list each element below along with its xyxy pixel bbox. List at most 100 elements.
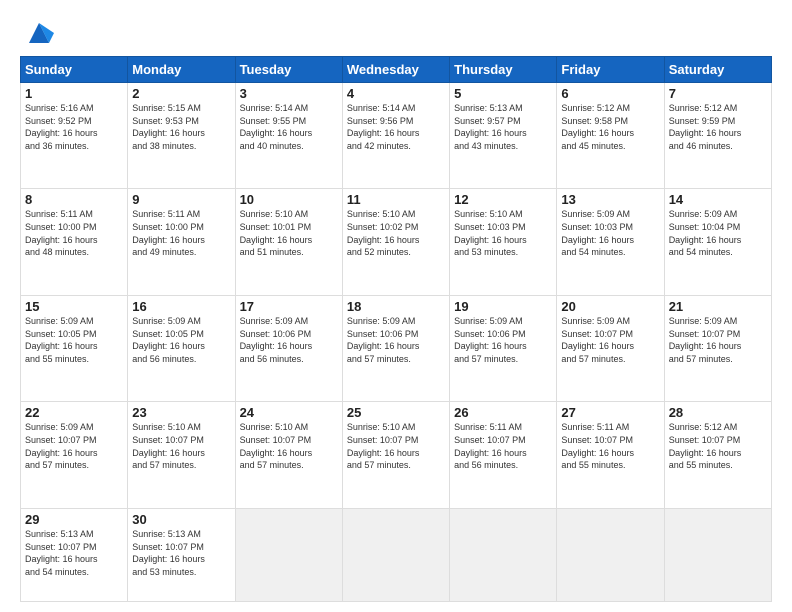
day-number: 8 [25,192,123,207]
day-number: 16 [132,299,230,314]
day-info: Sunrise: 5:09 AMSunset: 10:07 PMDaylight… [25,422,98,470]
day-number: 4 [347,86,445,101]
logo-icon [24,18,54,48]
day-info: Sunrise: 5:14 AMSunset: 9:55 PMDaylight:… [240,103,313,151]
day-number: 17 [240,299,338,314]
calendar-cell: 30 Sunrise: 5:13 AMSunset: 10:07 PMDaylig… [128,508,235,601]
day-info: Sunrise: 5:13 AMSunset: 10:07 PMDaylight… [25,529,98,577]
day-info: Sunrise: 5:09 AMSunset: 10:07 PMDaylight… [561,316,634,364]
day-info: Sunrise: 5:11 AMSunset: 10:07 PMDaylight… [561,422,634,470]
calendar-cell: 16 Sunrise: 5:09 AMSunset: 10:05 PMDaylig… [128,295,235,401]
weekday-header-sunday: Sunday [21,57,128,83]
calendar-cell: 5 Sunrise: 5:13 AMSunset: 9:57 PMDaylight… [450,83,557,189]
calendar-cell: 6 Sunrise: 5:12 AMSunset: 9:58 PMDaylight… [557,83,664,189]
day-info: Sunrise: 5:14 AMSunset: 9:56 PMDaylight:… [347,103,420,151]
day-number: 5 [454,86,552,101]
calendar-cell: 29 Sunrise: 5:13 AMSunset: 10:07 PMDaylig… [21,508,128,601]
calendar-cell [450,508,557,601]
day-number: 21 [669,299,767,314]
day-info: Sunrise: 5:15 AMSunset: 9:53 PMDaylight:… [132,103,205,151]
day-info: Sunrise: 5:09 AMSunset: 10:07 PMDaylight… [669,316,742,364]
calendar-cell: 15 Sunrise: 5:09 AMSunset: 10:05 PMDaylig… [21,295,128,401]
day-number: 14 [669,192,767,207]
calendar-cell: 17 Sunrise: 5:09 AMSunset: 10:06 PMDaylig… [235,295,342,401]
calendar-cell [235,508,342,601]
day-info: Sunrise: 5:11 AMSunset: 10:00 PMDaylight… [25,209,98,257]
header [20,18,772,48]
day-info: Sunrise: 5:09 AMSunset: 10:06 PMDaylight… [454,316,527,364]
day-info: Sunrise: 5:09 AMSunset: 10:04 PMDaylight… [669,209,742,257]
calendar-cell: 22Sunrise: 5:09 AMSunset: 10:07 PMDaylig… [21,402,128,508]
weekday-header-saturday: Saturday [664,57,771,83]
calendar-cell: 26 Sunrise: 5:11 AMSunset: 10:07 PMDaylig… [450,402,557,508]
day-info: Sunrise: 5:16 AMSunset: 9:52 PMDaylight:… [25,103,98,151]
calendar-cell: 13Sunrise: 5:09 AMSunset: 10:03 PMDaylig… [557,189,664,295]
day-number: 25 [347,405,445,420]
day-number: 1 [25,86,123,101]
calendar-body: 1 Sunrise: 5:16 AMSunset: 9:52 PMDaylight… [21,83,772,602]
day-info: Sunrise: 5:10 AMSunset: 10:01 PMDaylight… [240,209,313,257]
day-number: 24 [240,405,338,420]
day-number: 29 [25,512,123,527]
calendar-week-2: 15 Sunrise: 5:09 AMSunset: 10:05 PMDaylig… [21,295,772,401]
weekday-header-monday: Monday [128,57,235,83]
day-number: 26 [454,405,552,420]
day-info: Sunrise: 5:11 AMSunset: 10:00 PMDaylight… [132,209,205,257]
calendar-week-0: 1 Sunrise: 5:16 AMSunset: 9:52 PMDaylight… [21,83,772,189]
day-number: 6 [561,86,659,101]
calendar-cell: 3 Sunrise: 5:14 AMSunset: 9:55 PMDaylight… [235,83,342,189]
day-info: Sunrise: 5:11 AMSunset: 10:07 PMDaylight… [454,422,527,470]
calendar-cell: 11Sunrise: 5:10 AMSunset: 10:02 PMDaylig… [342,189,449,295]
day-info: Sunrise: 5:10 AMSunset: 10:07 PMDaylight… [240,422,313,470]
calendar-table: SundayMondayTuesdayWednesdayThursdayFrid… [20,56,772,602]
day-number: 10 [240,192,338,207]
calendar-cell: 9Sunrise: 5:11 AMSunset: 10:00 PMDayligh… [128,189,235,295]
day-info: Sunrise: 5:12 AMSunset: 10:07 PMDaylight… [669,422,742,470]
day-number: 27 [561,405,659,420]
calendar-cell: 28 Sunrise: 5:12 AMSunset: 10:07 PMDaylig… [664,402,771,508]
day-number: 3 [240,86,338,101]
day-info: Sunrise: 5:09 AMSunset: 10:05 PMDaylight… [132,316,205,364]
calendar-cell: 4 Sunrise: 5:14 AMSunset: 9:56 PMDaylight… [342,83,449,189]
day-number: 30 [132,512,230,527]
day-info: Sunrise: 5:13 AMSunset: 10:07 PMDaylight… [132,529,205,577]
calendar-cell: 1 Sunrise: 5:16 AMSunset: 9:52 PMDaylight… [21,83,128,189]
day-info: Sunrise: 5:09 AMSunset: 10:05 PMDaylight… [25,316,98,364]
weekday-header-friday: Friday [557,57,664,83]
calendar-cell: 7Sunrise: 5:12 AMSunset: 9:59 PMDaylight… [664,83,771,189]
calendar-cell [557,508,664,601]
calendar-cell: 23 Sunrise: 5:10 AMSunset: 10:07 PMDaylig… [128,402,235,508]
day-info: Sunrise: 5:10 AMSunset: 10:07 PMDaylight… [132,422,205,470]
day-info: Sunrise: 5:13 AMSunset: 9:57 PMDaylight:… [454,103,527,151]
calendar-week-1: 8 Sunrise: 5:11 AMSunset: 10:00 PMDayligh… [21,189,772,295]
day-number: 20 [561,299,659,314]
day-info: Sunrise: 5:12 AMSunset: 9:59 PMDaylight:… [669,103,742,151]
calendar-cell [342,508,449,601]
day-info: Sunrise: 5:09 AMSunset: 10:06 PMDaylight… [240,316,313,364]
weekday-header-wednesday: Wednesday [342,57,449,83]
calendar-cell: 18 Sunrise: 5:09 AMSunset: 10:06 PMDaylig… [342,295,449,401]
calendar-cell: 19 Sunrise: 5:09 AMSunset: 10:06 PMDaylig… [450,295,557,401]
day-number: 15 [25,299,123,314]
day-number: 18 [347,299,445,314]
weekday-header-tuesday: Tuesday [235,57,342,83]
day-info: Sunrise: 5:10 AMSunset: 10:03 PMDaylight… [454,209,527,257]
logo [20,18,54,48]
day-number: 23 [132,405,230,420]
calendar-cell: 27 Sunrise: 5:11 AMSunset: 10:07 PMDaylig… [557,402,664,508]
day-number: 19 [454,299,552,314]
calendar-cell: 25Sunrise: 5:10 AMSunset: 10:07 PMDaylig… [342,402,449,508]
day-info: Sunrise: 5:09 AMSunset: 10:06 PMDaylight… [347,316,420,364]
page: SundayMondayTuesdayWednesdayThursdayFrid… [0,0,792,612]
calendar-cell: 8 Sunrise: 5:11 AMSunset: 10:00 PMDayligh… [21,189,128,295]
day-number: 12 [454,192,552,207]
day-info: Sunrise: 5:09 AMSunset: 10:03 PMDaylight… [561,209,634,257]
day-number: 28 [669,405,767,420]
calendar-week-4: 29 Sunrise: 5:13 AMSunset: 10:07 PMDaylig… [21,508,772,601]
calendar-cell: 10 Sunrise: 5:10 AMSunset: 10:01 PMDaylig… [235,189,342,295]
calendar-cell [664,508,771,601]
calendar-cell: 2 Sunrise: 5:15 AMSunset: 9:53 PMDaylight… [128,83,235,189]
day-info: Sunrise: 5:12 AMSunset: 9:58 PMDaylight:… [561,103,634,151]
day-number: 2 [132,86,230,101]
calendar-cell: 20 Sunrise: 5:09 AMSunset: 10:07 PMDaylig… [557,295,664,401]
